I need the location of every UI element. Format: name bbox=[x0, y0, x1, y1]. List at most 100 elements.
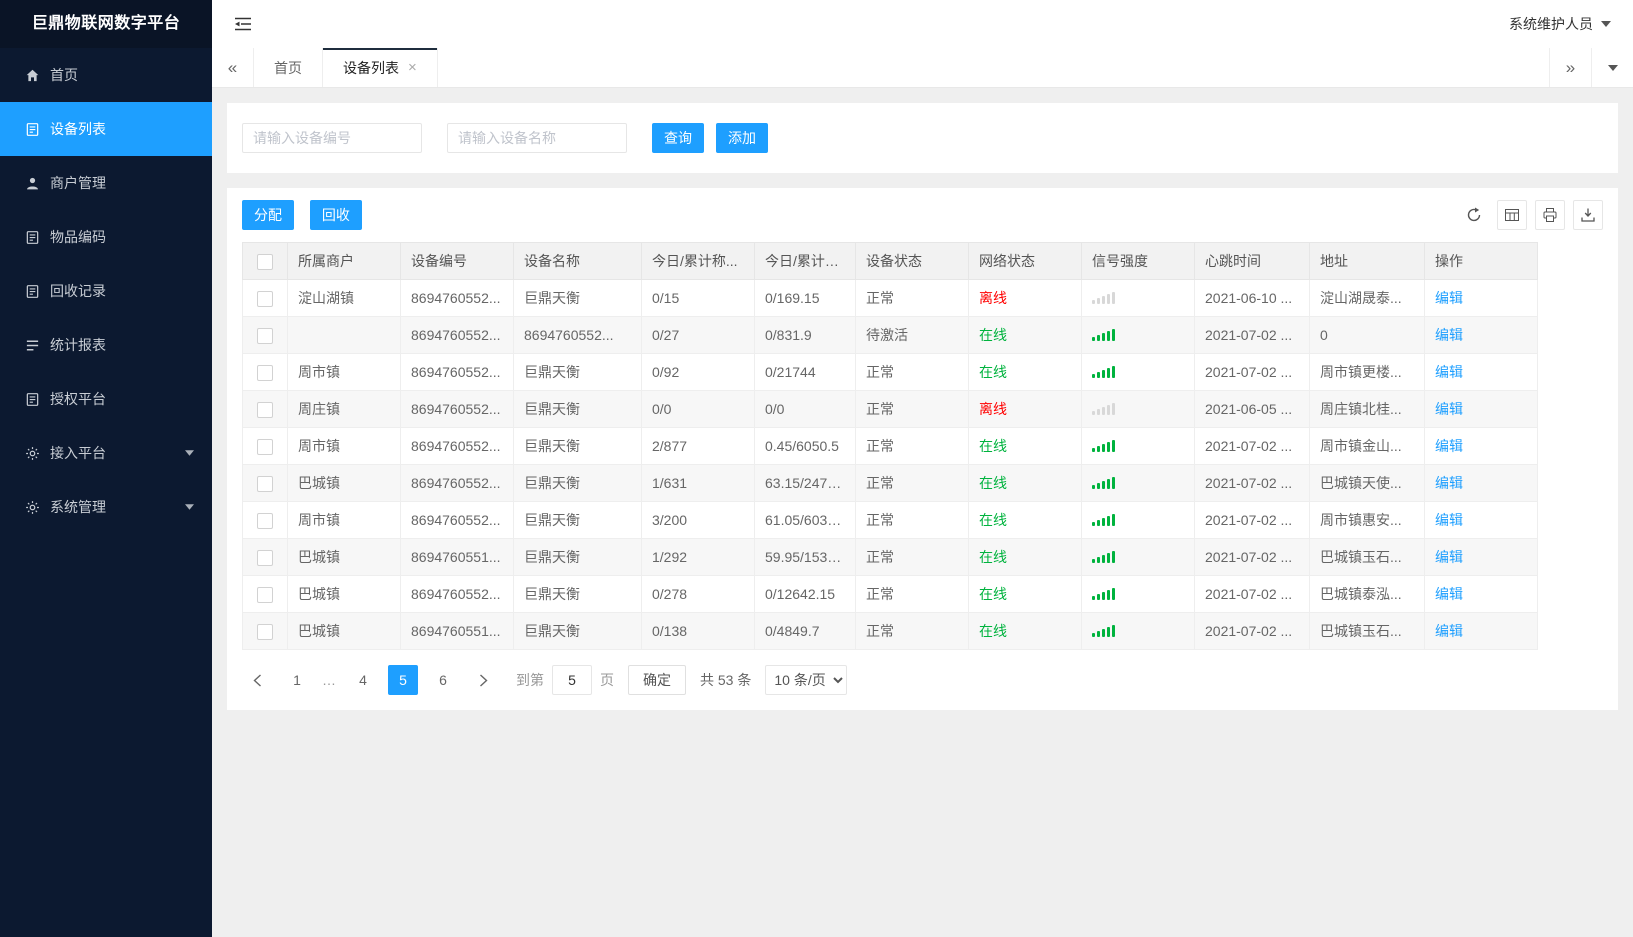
app-brand: 巨鼎物联网数字平台 bbox=[0, 0, 212, 48]
signal-bars-icon bbox=[1092, 512, 1115, 526]
cell-network-status: 在线 bbox=[968, 316, 1082, 354]
row-checkbox[interactable] bbox=[257, 364, 273, 381]
row-checkbox[interactable] bbox=[257, 549, 273, 566]
sidebar-item-access-platform[interactable]: 接入平台 bbox=[0, 426, 212, 480]
pagination: 1 … 456 到第 页 确定 共 53 条 10 条/页 bbox=[242, 665, 1603, 695]
row-checkbox[interactable] bbox=[257, 475, 273, 492]
column-header: 心跳时间 bbox=[1194, 242, 1310, 280]
cell-device-name: 巨鼎天衡 bbox=[513, 427, 642, 465]
cell-address: 巴城镇玉石... bbox=[1309, 612, 1425, 650]
edit-link[interactable]: 编辑 bbox=[1435, 364, 1463, 380]
page-number[interactable]: 5 bbox=[388, 665, 418, 695]
edit-link[interactable]: 编辑 bbox=[1435, 327, 1463, 343]
tab-close-icon[interactable]: × bbox=[408, 60, 417, 75]
sidebar-item-label: 系统管理 bbox=[50, 499, 106, 515]
goto-page-input[interactable] bbox=[552, 665, 592, 695]
merchant-icon bbox=[24, 175, 40, 191]
edit-link[interactable]: 编辑 bbox=[1435, 549, 1463, 565]
page-number[interactable]: 6 bbox=[428, 665, 458, 695]
table-body: 淀山湖镇 8694760552... 巨鼎天衡 0/15 0/169.15 正常 离线 202… bbox=[242, 279, 1538, 650]
sidebar: 巨鼎物联网数字平台 首页设备列表商户管理 物品编码 回收记录 统计报表 授权平台 接入平台… bbox=[0, 0, 212, 937]
column-header: 今日/累计称... bbox=[641, 242, 755, 280]
allocate-button[interactable]: 分配 bbox=[242, 200, 294, 230]
row-checkbox[interactable] bbox=[257, 438, 273, 455]
confirm-button[interactable]: 确定 bbox=[628, 665, 686, 695]
row-checkbox[interactable] bbox=[257, 586, 273, 603]
cell-device-no: 8694760551... bbox=[400, 538, 514, 576]
cell-device-status: 正常 bbox=[855, 575, 969, 613]
row-checkbox[interactable] bbox=[257, 623, 273, 640]
edit-link[interactable]: 编辑 bbox=[1435, 438, 1463, 454]
row-checkbox[interactable] bbox=[257, 512, 273, 529]
recycle-button[interactable]: 回收 bbox=[309, 200, 362, 230]
tab-item[interactable]: 设备列表 × bbox=[323, 48, 438, 87]
cell-heartbeat: 2021-07-02 ... bbox=[1194, 353, 1310, 391]
cell-today-weight: 0.45/6050.5 bbox=[754, 427, 856, 465]
edit-link[interactable]: 编辑 bbox=[1435, 401, 1463, 417]
columns-icon[interactable] bbox=[1497, 200, 1527, 230]
sidebar-item-recycle-record[interactable]: 回收记录 bbox=[0, 264, 212, 318]
main-area: 系统维护人员 « 首页 设备列表 × » 查询 添加 分配 回收 bbox=[212, 0, 1633, 937]
edit-link[interactable]: 编辑 bbox=[1435, 512, 1463, 528]
table-tool-icons bbox=[1459, 200, 1603, 230]
cell-network-status: 在线 bbox=[968, 464, 1082, 502]
sidebar-item-device-list[interactable]: 设备列表 bbox=[0, 102, 212, 156]
page-number[interactable]: 4 bbox=[348, 665, 378, 695]
sidebar-item-report[interactable]: 统计报表 bbox=[0, 318, 212, 372]
cell-device-name: 巨鼎天衡 bbox=[513, 464, 642, 502]
tabs-scroll-left-icon[interactable]: « bbox=[212, 48, 254, 87]
page-ellipsis[interactable]: … bbox=[322, 672, 338, 688]
tab-label: 首页 bbox=[274, 59, 302, 76]
user-menu[interactable]: 系统维护人员 bbox=[1509, 14, 1611, 34]
sidebar-item-item-code[interactable]: 物品编码 bbox=[0, 210, 212, 264]
row-checkbox[interactable] bbox=[257, 401, 273, 418]
tabs-scroll-right-icon[interactable]: » bbox=[1549, 48, 1591, 87]
edit-link[interactable]: 编辑 bbox=[1435, 475, 1463, 491]
cell-device-no: 8694760552... bbox=[400, 353, 514, 391]
page-size-select[interactable]: 10 条/页 bbox=[765, 665, 848, 695]
edit-link[interactable]: 编辑 bbox=[1435, 290, 1463, 306]
sidebar-item-auth-platform[interactable]: 授权平台 bbox=[0, 372, 212, 426]
topbar: 系统维护人员 bbox=[212, 0, 1633, 48]
cell-device-no: 8694760552... bbox=[400, 279, 514, 317]
cell-merchant: 周市镇 bbox=[287, 501, 401, 539]
cell-merchant: 巴城镇 bbox=[287, 575, 401, 613]
tab-item[interactable]: 首页 bbox=[254, 48, 323, 87]
page-content: 查询 添加 分配 回收 bbox=[212, 88, 1633, 937]
sidebar-item-merchant[interactable]: 商户管理 bbox=[0, 156, 212, 210]
row-checkbox[interactable] bbox=[257, 327, 273, 344]
cell-today-count: 0/138 bbox=[641, 612, 755, 650]
tabs-menu-icon[interactable] bbox=[1591, 48, 1633, 87]
collapse-sidebar-icon[interactable] bbox=[234, 16, 252, 32]
cell-heartbeat: 2021-07-02 ... bbox=[1194, 501, 1310, 539]
sidebar-item-label: 首页 bbox=[50, 67, 78, 83]
home-icon bbox=[24, 67, 40, 83]
cell-address: 巴城镇天使... bbox=[1309, 464, 1425, 502]
sidebar-item-label: 设备列表 bbox=[50, 121, 106, 137]
next-page-icon[interactable] bbox=[468, 665, 498, 695]
cell-heartbeat: 2021-06-10 ... bbox=[1194, 279, 1310, 317]
sidebar-item-home[interactable]: 首页 bbox=[0, 48, 212, 102]
cell-device-no: 8694760552... bbox=[400, 575, 514, 613]
sidebar-item-system-manage[interactable]: 系统管理 bbox=[0, 480, 212, 534]
add-button[interactable]: 添加 bbox=[716, 123, 768, 153]
export-icon[interactable] bbox=[1573, 200, 1603, 230]
select-all-checkbox[interactable] bbox=[257, 253, 273, 270]
cell-address: 巴城镇玉石... bbox=[1309, 538, 1425, 576]
query-button[interactable]: 查询 bbox=[652, 123, 704, 153]
page-number[interactable]: 1 bbox=[282, 665, 312, 695]
cell-merchant: 巴城镇 bbox=[287, 464, 401, 502]
cell-heartbeat: 2021-07-02 ... bbox=[1194, 464, 1310, 502]
row-checkbox[interactable] bbox=[257, 290, 273, 307]
edit-link[interactable]: 编辑 bbox=[1435, 623, 1463, 639]
table-row: 8694760552... 8694760552... 0/27 0/831.9 待激活… bbox=[242, 316, 1538, 354]
device-name-input[interactable] bbox=[447, 123, 627, 153]
device-no-input[interactable] bbox=[242, 123, 422, 153]
edit-link[interactable]: 编辑 bbox=[1435, 586, 1463, 602]
refresh-icon[interactable] bbox=[1459, 200, 1489, 230]
print-icon[interactable] bbox=[1535, 200, 1565, 230]
device-table-panel: 分配 回收 所属商户 设备编号 设备名称 今日/累计称... 今日/累计重...… bbox=[227, 188, 1618, 710]
signal-bars-icon bbox=[1092, 290, 1115, 304]
select-all-header bbox=[242, 242, 288, 280]
prev-page-icon[interactable] bbox=[242, 665, 272, 695]
